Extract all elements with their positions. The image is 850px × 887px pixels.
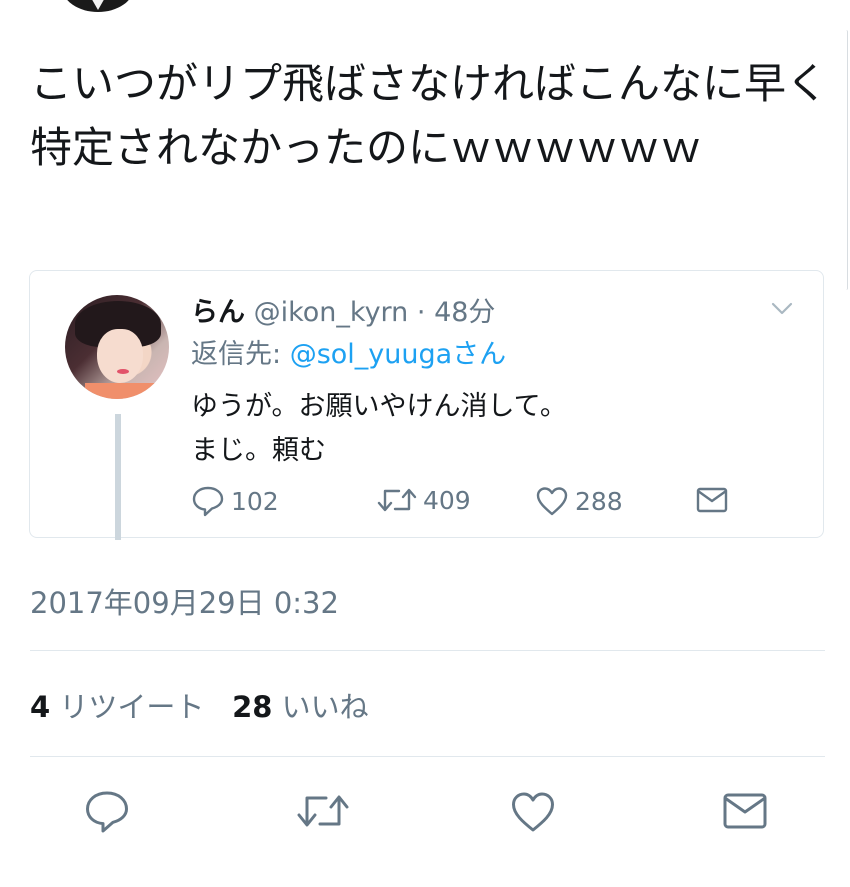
like-stat-label: いいね (281, 690, 369, 724)
quoted-reply-button[interactable]: 102 (191, 485, 279, 517)
heart-icon (512, 792, 554, 832)
quoted-author-avatar[interactable] (65, 295, 169, 399)
quoted-author-name[interactable]: らん (191, 297, 245, 328)
scrollbar[interactable] (843, 30, 848, 290)
like-stat-count: 28 (232, 690, 273, 724)
quoted-tweet-line: まじ。頼む (191, 435, 326, 466)
author-avatar[interactable] (62, 0, 134, 12)
divider (30, 756, 825, 757)
retweet-count: 409 (423, 485, 471, 515)
reply-prefix: 返信先: (191, 339, 290, 370)
mail-icon (696, 487, 728, 513)
like-button[interactable] (510, 790, 556, 838)
retweet-icon (297, 795, 349, 827)
mail-icon (723, 793, 767, 829)
avatar-face (97, 329, 143, 383)
header-separator: · (416, 297, 426, 328)
reply-context: 返信先: @sol_yuugaさん (191, 337, 506, 373)
reply-icon (192, 486, 224, 517)
quoted-tweet-header: らん @ikon_kyrn · 48分 (191, 295, 495, 331)
quoted-tweet-actions: 102 409 288 (191, 485, 751, 525)
thread-line (115, 414, 121, 540)
quoted-tweet-card[interactable]: らん @ikon_kyrn · 48分 返信先: @sol_yuugaさん ゆう… (29, 270, 824, 540)
quoted-author-handle[interactable]: @ikon_kyrn (254, 297, 409, 328)
quoted-like-button[interactable]: 288 (535, 485, 623, 517)
quoted-dm-button[interactable] (695, 485, 729, 515)
quoted-retweet-button[interactable]: 409 (377, 485, 471, 515)
tweet-action-bar (0, 790, 850, 840)
reply-target-suffix: さん (452, 339, 507, 370)
retweet-stat[interactable]: 4 リツイート (30, 690, 204, 724)
reply-button[interactable] (84, 790, 130, 838)
like-count: 288 (575, 486, 623, 516)
divider (30, 650, 825, 651)
reply-icon (86, 791, 128, 833)
heart-icon (536, 487, 568, 516)
tweet-text: こいつがリプ飛ばさなければこんなに早く特定されなかったのにｗｗｗｗｗｗ (30, 59, 829, 172)
retweet-button[interactable] (296, 790, 350, 836)
quoted-tweet-line: ゆうが。お願いやけん消して。 (191, 391, 567, 422)
reply-count: 102 (231, 486, 279, 516)
retweet-stat-count: 4 (30, 690, 51, 724)
avatar-lips (117, 369, 129, 374)
reply-target-link[interactable]: @sol_yuuga (290, 339, 452, 370)
like-stat[interactable]: 28 いいね (232, 690, 369, 724)
quoted-tweet-time[interactable]: 48分 (434, 297, 495, 328)
tweet-timestamp: 2017年09月29日 0:32 (30, 586, 339, 620)
quoted-tweet-body: ゆうが。お願いやけん消して。 まじ。頼む (191, 385, 567, 473)
retweet-stat-label: リツイート (59, 690, 205, 724)
tweet-stats: 4 リツイート 28 いいね (30, 684, 369, 726)
dm-button[interactable] (722, 790, 768, 836)
chevron-down-icon[interactable] (770, 301, 794, 317)
avatar-shirt (85, 383, 155, 399)
retweet-icon (377, 488, 417, 512)
